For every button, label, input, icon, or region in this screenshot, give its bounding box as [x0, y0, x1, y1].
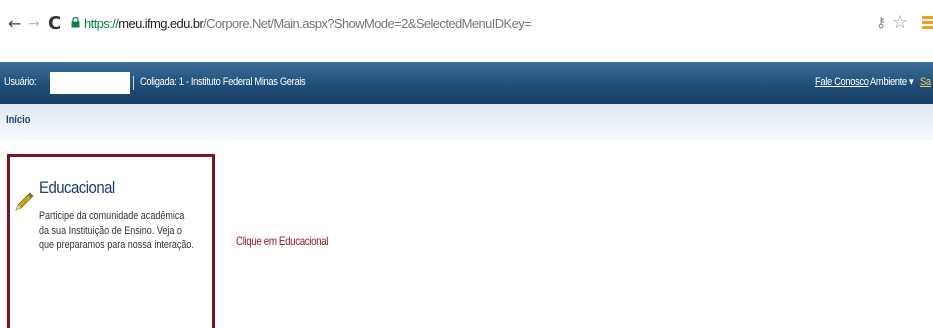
- module-description: Participe da comunidade acadêmica da sua…: [39, 210, 194, 251]
- divider: [133, 76, 134, 90]
- back-arrow-icon[interactable]: ←: [8, 13, 21, 35]
- usuario-field[interactable]: [50, 72, 130, 94]
- url-path: /Corpore.Net/Main.aspx?ShowMode=2&Select…: [203, 16, 532, 31]
- browser-toolbar: ← → C https://meu.ifmg.edu.br/Corpore.Ne…: [0, 0, 933, 62]
- module-card-educacional[interactable]: Educacional Participe da comunidade acad…: [7, 154, 215, 328]
- app-header-bar: Usuário: Coligada: 1 - Instituto Federal…: [0, 62, 933, 104]
- forward-arrow-icon[interactable]: →: [28, 13, 40, 35]
- module-title[interactable]: Educacional: [39, 178, 115, 198]
- breadcrumb: Início: [0, 104, 933, 140]
- bookmark-star-icon[interactable]: ☆: [892, 12, 908, 33]
- lock-icon: [71, 17, 80, 28]
- reload-icon[interactable]: C: [48, 13, 61, 35]
- fale-conosco-link[interactable]: Fale Conosco: [815, 75, 869, 89]
- url-host: meu.ifmg.edu.br: [118, 16, 204, 31]
- sair-link[interactable]: Sa: [920, 75, 931, 89]
- breadcrumb-inicio[interactable]: Início: [6, 114, 30, 126]
- instruction-text: Clique em Educacional: [236, 234, 329, 248]
- url-scheme: https://: [84, 16, 119, 31]
- usuario-label: Usuário:: [4, 76, 37, 88]
- pencil-icon: [15, 192, 34, 211]
- key-icon[interactable]: ⚷: [876, 14, 886, 31]
- coligada-label: Coligada: 1 - Instituto Federal Minas Ge…: [140, 76, 306, 88]
- ambiente-menu[interactable]: Ambiente ▾: [870, 75, 914, 89]
- browser-menu-icon[interactable]: [922, 16, 933, 30]
- address-bar[interactable]: https://meu.ifmg.edu.br/Corpore.Net/Main…: [84, 14, 532, 34]
